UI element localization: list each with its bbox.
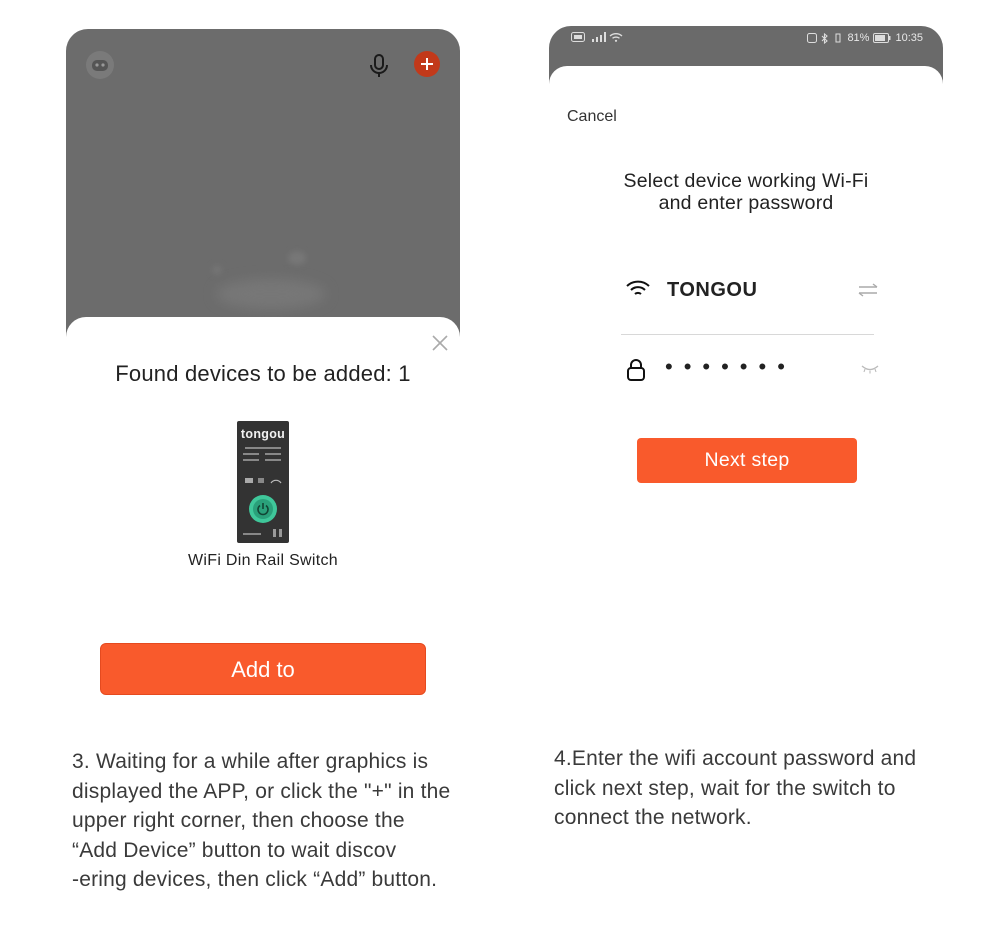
- power-icon: [257, 503, 269, 516]
- wifi-network-row[interactable]: TONGOU: [621, 266, 883, 310]
- caption-line: click next step, wait for the switch to: [554, 776, 896, 800]
- step-3-caption: 3. Waiting for a while after graphics is…: [72, 747, 502, 895]
- nfc-icon: [807, 33, 818, 43]
- status-left-icons: [571, 32, 623, 42]
- wifi-icon: [626, 280, 650, 295]
- page-title-line-2: and enter password: [658, 192, 834, 214]
- status-time: 10:35: [895, 32, 923, 44]
- plus-icon[interactable]: [414, 51, 440, 77]
- user-avatar-icon[interactable]: [86, 51, 114, 79]
- device-spec-print: [243, 447, 281, 461]
- cancel-button[interactable]: Cancel: [567, 108, 617, 126]
- add-device-button[interactable]: Add to: [100, 643, 426, 695]
- bluetooth-icon: [822, 32, 829, 44]
- device-brand-label: tongou: [240, 427, 286, 441]
- vibrate-icon: [835, 33, 841, 43]
- device-power-button: [249, 495, 277, 523]
- sheet-title: Found devices to be added: 1: [115, 361, 411, 386]
- password-field[interactable]: •••••••: [621, 346, 883, 392]
- right-phone-screen: 81% 10:35 Cancel Select device working W…: [549, 26, 943, 706]
- battery-icon: [873, 33, 891, 43]
- background-decoration: [288, 251, 306, 265]
- wifi-network-name: TONGOU: [667, 279, 758, 301]
- background-decoration: [212, 265, 222, 275]
- switch-network-icon[interactable]: [857, 283, 879, 297]
- device-indicator-row: [245, 478, 282, 484]
- field-divider: [621, 334, 874, 335]
- caption-line: displayed the APP, or click the "+" in t…: [72, 779, 451, 803]
- caption-line: “Add Device” button to wait discov: [72, 838, 397, 862]
- device-name: WiFi Din Rail Switch: [187, 552, 338, 569]
- password-masked-value: •••••••: [665, 354, 796, 379]
- caption-line: connect the network.: [554, 806, 752, 829]
- device-terminal-print: [243, 529, 282, 537]
- battery-percent: 81%: [847, 32, 870, 44]
- page-title-line-1: Select device working Wi-Fi: [623, 170, 869, 192]
- found-devices-sheet: Found devices to be added: 1 tongou WiFi…: [66, 317, 460, 709]
- background-decoration: [216, 279, 326, 309]
- wifi-setup-sheet: Cancel Select device working Wi-Fi and e…: [549, 66, 943, 706]
- close-icon[interactable]: [430, 333, 450, 358]
- eye-closed-icon[interactable]: [861, 364, 879, 374]
- caption-line: upper right corner, then choose the: [72, 809, 405, 832]
- next-step-button[interactable]: Next step: [637, 438, 857, 483]
- microphone-icon[interactable]: [368, 53, 390, 84]
- lock-icon: [627, 359, 645, 381]
- left-phone-screen: Found devices to be added: 1 tongou WiFi…: [66, 29, 460, 709]
- caption-line: 4.Enter the wifi account password and: [554, 747, 917, 770]
- step-4-caption: 4.Enter the wifi account password and cl…: [554, 744, 954, 833]
- signal-icon: [592, 32, 606, 42]
- dimmed-home-background: [66, 29, 460, 339]
- status-right-icons: 81% 10:35: [807, 32, 923, 44]
- caption-line: -ering devices, then click “Add” button.: [72, 868, 438, 891]
- hd-icon: [571, 32, 585, 42]
- caption-line: 3. Waiting for a while after graphics is: [72, 750, 429, 773]
- device-image[interactable]: tongou: [237, 421, 289, 543]
- wifi-status-icon: [609, 33, 623, 42]
